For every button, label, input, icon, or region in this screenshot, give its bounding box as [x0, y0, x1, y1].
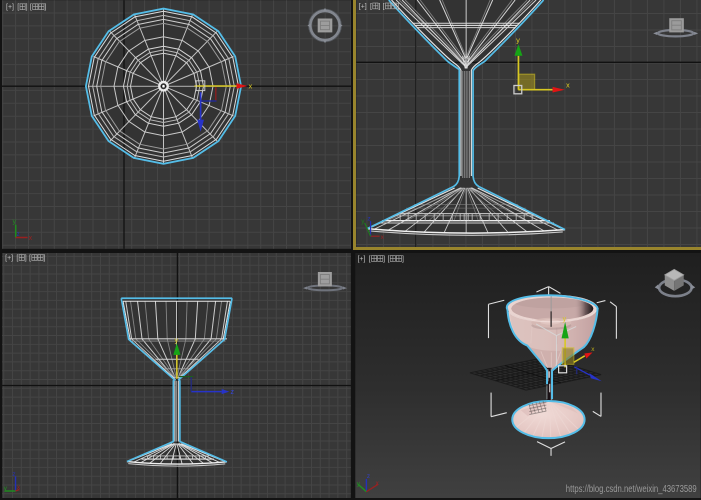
svg-text:]: ] — [378, 3, 380, 10]
svg-text:[: [ — [17, 4, 19, 11]
svg-text:]: ] — [397, 3, 399, 10]
svg-text:]: ] — [44, 254, 46, 261]
svg-text:]: ] — [44, 4, 46, 11]
svg-text:y: y — [175, 337, 179, 344]
svg-text:https://blog.csdn.net/weixin_4: https://blog.csdn.net/weixin_43673589 — [566, 484, 697, 495]
svg-text:x: x — [566, 81, 570, 90]
svg-text:]: ] — [25, 254, 27, 261]
svg-text:z: z — [12, 470, 15, 477]
svg-text:[: [ — [382, 3, 384, 10]
svg-text:[: [ — [29, 254, 31, 261]
svg-text:]: ] — [26, 4, 28, 11]
svg-text:[: [ — [30, 4, 32, 11]
svg-text:y: y — [563, 315, 567, 322]
svg-text:y: y — [516, 36, 520, 45]
svg-text:[+]: [+] — [358, 3, 366, 10]
svg-text:z: z — [17, 232, 20, 238]
svg-text:[: [ — [388, 255, 390, 262]
svg-text:]: ] — [402, 255, 404, 262]
svg-text:z: z — [231, 388, 235, 395]
svg-text:x: x — [29, 235, 33, 242]
svg-text:z: z — [367, 473, 370, 480]
svg-text:y: y — [13, 219, 17, 226]
svg-text:]: ] — [383, 255, 385, 262]
svg-text:[+]: [+] — [5, 254, 13, 261]
svg-text:[: [ — [369, 3, 371, 10]
svg-text:x: x — [249, 82, 253, 91]
svg-text:[: [ — [16, 254, 18, 261]
svg-text:z: z — [367, 216, 370, 223]
svg-text:[+]: [+] — [358, 255, 366, 262]
svg-text:[+]: [+] — [6, 4, 14, 11]
svg-text:[: [ — [369, 255, 371, 262]
